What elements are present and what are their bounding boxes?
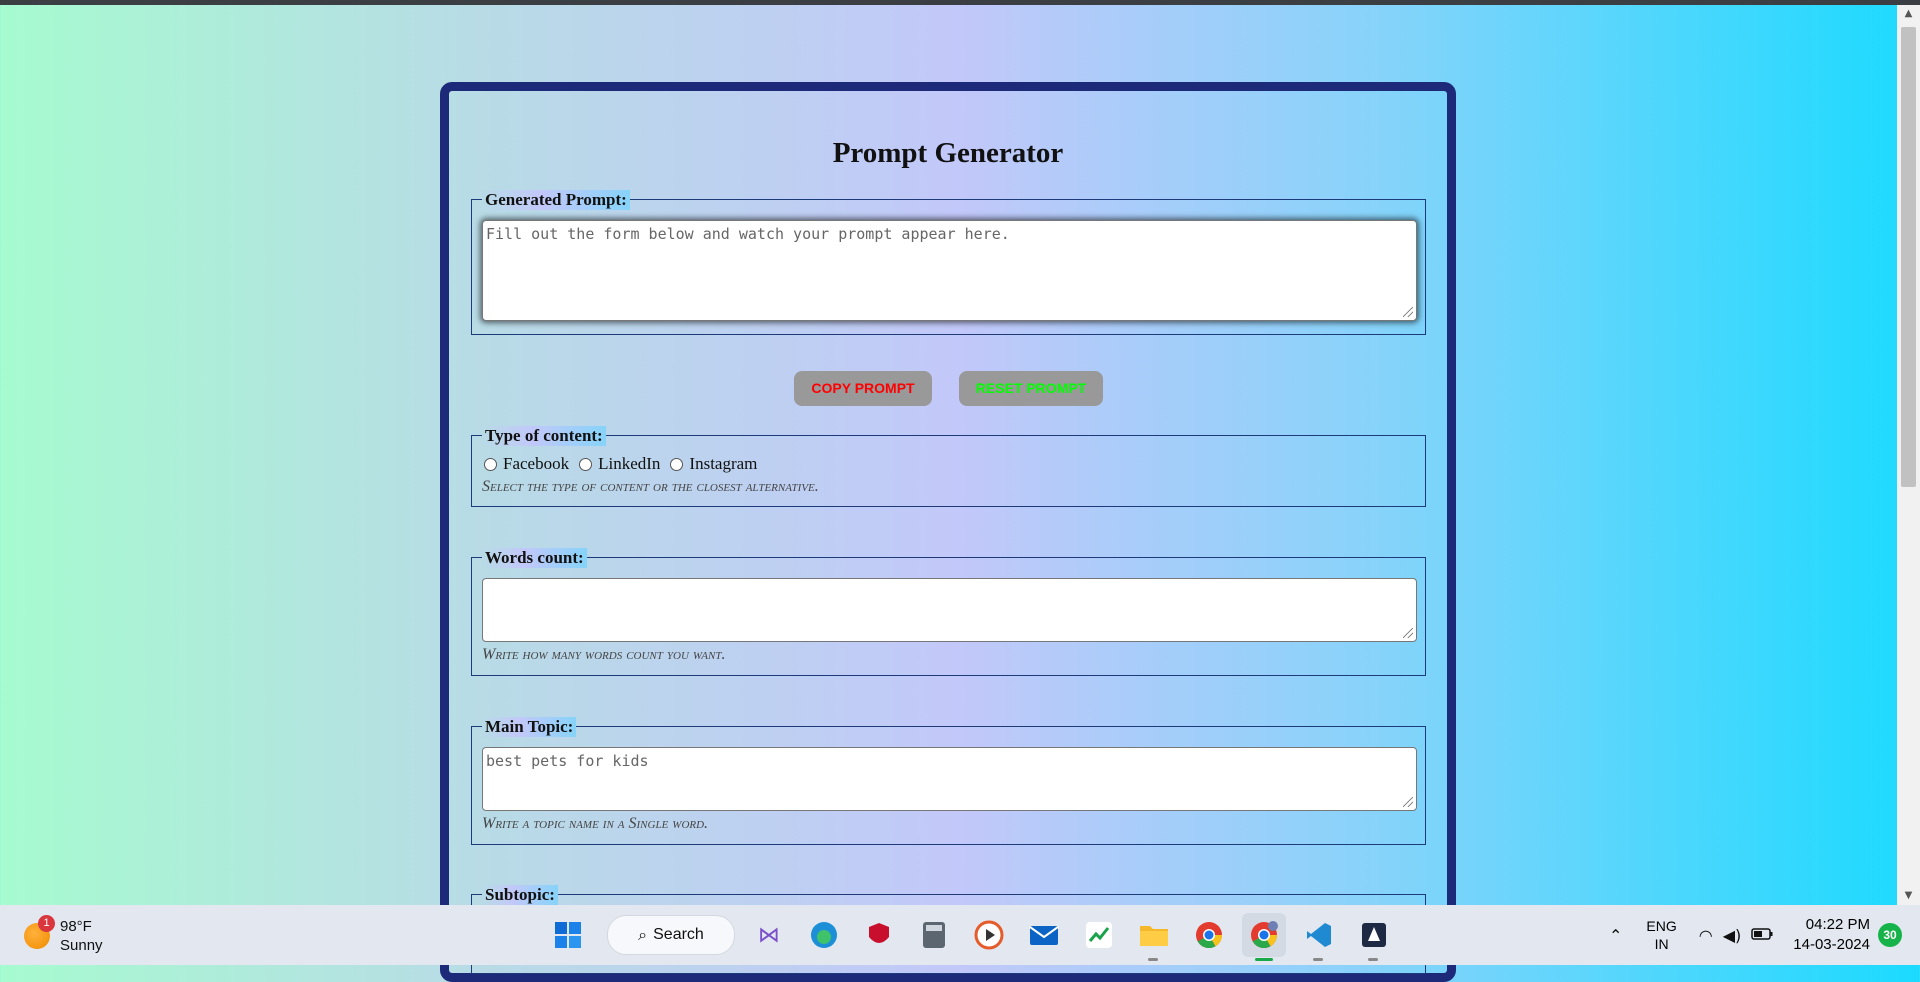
running-indicator: [1148, 958, 1158, 961]
instagram-radio[interactable]: [670, 457, 684, 471]
generated-prompt-placeholder: Fill out the form below and watch your p…: [486, 225, 1010, 243]
content-type-options: Facebook LinkedIn Instagram: [482, 454, 757, 474]
start-icon[interactable]: [546, 913, 590, 957]
resize-handle-icon[interactable]: [1403, 307, 1413, 317]
clock[interactable]: 04:22 PM 14-03-2024: [1793, 915, 1870, 955]
page-scrollbar[interactable]: ▲ ▼: [1897, 5, 1920, 905]
region-code: IN: [1654, 936, 1669, 952]
clock-date: 14-03-2024: [1793, 936, 1870, 953]
page-title: Prompt Generator: [832, 137, 1064, 169]
main-topic-help: Write a topic name in a Single word.: [482, 815, 709, 832]
linkedin-label[interactable]: LinkedIn: [598, 454, 660, 474]
search-icon: ⌕: [638, 925, 648, 944]
taskbar-apps: ⌕ Search ⋈: [546, 913, 1407, 961]
copy-prompt-button[interactable]: COPY PROMPT: [794, 371, 932, 406]
weather-temp: 98°F: [60, 918, 92, 935]
file-explorer-icon[interactable]: [1132, 913, 1176, 961]
battery-icon[interactable]: [1751, 927, 1773, 943]
stocks-icon[interactable]: [1077, 913, 1121, 957]
prompt-generator-card: Prompt Generator Generated Prompt: Fill …: [440, 82, 1456, 982]
resize-handle-icon[interactable]: [1403, 797, 1413, 807]
mcafee-icon[interactable]: [857, 913, 901, 957]
running-indicator: [1313, 958, 1323, 961]
running-indicator: [1368, 958, 1378, 961]
resize-handle-icon[interactable]: [1403, 628, 1413, 638]
scroll-up-icon[interactable]: ▲: [1897, 5, 1920, 23]
subtopic-legend: Subtopic:: [482, 885, 558, 905]
volume-icon[interactable]: ◀): [1723, 926, 1742, 945]
main-topic-placeholder: best pets for kids: [486, 752, 649, 770]
content-type-fieldset: Type of content: Facebook LinkedIn Insta…: [471, 426, 1426, 507]
facebook-label[interactable]: Facebook: [503, 454, 569, 474]
language-indicator[interactable]: ENG IN: [1646, 917, 1676, 953]
sun-icon: 1: [24, 915, 55, 949]
active-indicator: [1255, 958, 1273, 961]
scroll-thumb[interactable]: [1901, 27, 1916, 487]
generated-prompt-textarea[interactable]: Fill out the form below and watch your p…: [482, 220, 1417, 321]
main-topic-legend: Main Topic:: [482, 717, 577, 737]
facebook-radio[interactable]: [484, 457, 497, 471]
media-player-icon[interactable]: [967, 913, 1011, 957]
instagram-label[interactable]: Instagram: [689, 454, 757, 474]
weather-badge: 1: [38, 915, 55, 932]
mail-icon[interactable]: [1022, 913, 1066, 957]
chrome-icon[interactable]: [1187, 913, 1231, 957]
windows-taskbar: 1 98°F Sunny ⌕ Search ⋈ ⌃ ENG IN ◠ ◀) 04…: [0, 905, 1920, 965]
edge-icon[interactable]: [802, 913, 846, 957]
wifi-icon[interactable]: ◠: [1699, 926, 1713, 945]
words-count-help: Write how many words count you want.: [482, 646, 726, 663]
visual-studio-icon[interactable]: ⋈: [747, 913, 791, 957]
clock-time: 04:22 PM: [1805, 916, 1870, 933]
browser-top-strip: [0, 0, 1920, 5]
calculator-icon[interactable]: [912, 913, 956, 957]
main-topic-fieldset: Main Topic: best pets for kids Write a t…: [471, 717, 1426, 845]
content-type-legend: Type of content:: [482, 426, 606, 446]
main-topic-textarea[interactable]: best pets for kids: [482, 747, 1417, 811]
content-type-help: Select the type of content or the closes…: [482, 478, 819, 495]
vscode-icon[interactable]: [1297, 913, 1341, 961]
generated-prompt-fieldset: Generated Prompt: Fill out the form belo…: [471, 190, 1426, 335]
chrome-profile-icon[interactable]: [1242, 913, 1286, 961]
words-count-textarea[interactable]: [482, 578, 1417, 642]
notification-badge[interactable]: 30: [1878, 923, 1902, 947]
weather-widget[interactable]: 1 98°F Sunny: [24, 915, 103, 955]
generated-prompt-legend: Generated Prompt:: [482, 190, 630, 210]
search-label: Search: [653, 926, 704, 943]
language-code: ENG: [1646, 918, 1677, 934]
system-tray: ⌃ ENG IN ◠ ◀) 04:22 PM 14-03-2024 30: [1609, 905, 1920, 965]
scroll-down-icon[interactable]: ▼: [1897, 887, 1920, 905]
linkedin-radio[interactable]: [579, 457, 593, 471]
words-count-legend: Words count:: [482, 548, 587, 568]
chevron-up-icon[interactable]: ⌃: [1609, 926, 1622, 945]
reset-prompt-button[interactable]: RESET PROMPT: [959, 371, 1103, 406]
taskbar-search-button[interactable]: ⌕ Search: [607, 915, 735, 955]
weather-condition: Sunny: [60, 937, 103, 954]
words-count-fieldset: Words count: Write how many words count …: [471, 548, 1426, 676]
app-icon[interactable]: [1352, 913, 1396, 961]
